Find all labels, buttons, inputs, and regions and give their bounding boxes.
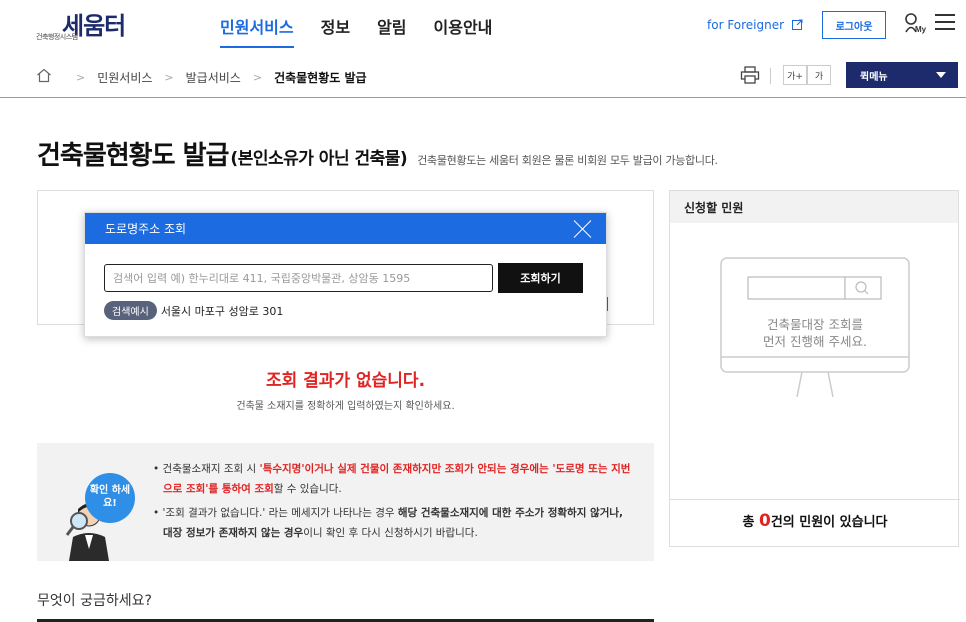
logout-button[interactable]: 로그아웃 <box>822 11 886 39</box>
application-count: 총 0건의 민원이 있습니다 <box>742 511 888 531</box>
divider <box>670 499 960 500</box>
no-result-subtitle: 건축물 소재지를 정확하게 입력하였는지 확인하세요. <box>236 401 455 412</box>
quick-menu-label: 퀵메뉴 <box>860 71 888 83</box>
application-count-number: 0 <box>758 511 771 531</box>
address-search-input[interactable] <box>104 264 493 292</box>
home-icon[interactable] <box>36 68 52 83</box>
breadcrumb: > 민원서비스 > 발급서비스 > 건축물현황도 발급 <box>64 69 367 86</box>
nav-guide[interactable]: 이용안내 <box>434 14 493 48</box>
font-size-controls: 가+ 가 <box>783 65 831 85</box>
road-address-popup: 도로명주소 조회 조회하기 검색예시 서울시 마포구 성암로 301 <box>84 212 607 337</box>
nav-info[interactable]: 정보 <box>321 14 350 48</box>
chevron-right-icon: > <box>76 71 86 84</box>
breadcrumb-bar: > 민원서비스 > 발급서비스 > 건축물현황도 발급 가+ 가 퀵메뉴 <box>0 56 966 98</box>
hamburger-menu-icon[interactable] <box>935 14 955 30</box>
font-decrease-button[interactable]: 가 <box>807 65 831 85</box>
popup-header: 도로명주소 조회 <box>85 213 606 244</box>
application-panel-hint: 건축물대장 조회를 먼저 진행해 주세요. <box>763 317 867 349</box>
no-result-title: 조회 결과가 없습니다. <box>265 371 426 391</box>
svg-text:My: My <box>915 25 927 34</box>
my-page-icon[interactable]: My <box>903 12 929 38</box>
example-badge: 검색예시 <box>104 301 157 320</box>
breadcrumb-current: 건축물현황도 발급 <box>274 71 367 85</box>
site-logo[interactable]: 세움터 건축행정시스템 <box>36 6 146 42</box>
logo-subtitle: 건축행정시스템 <box>36 33 78 41</box>
no-result-message: 조회 결과가 없습니다. 건축물 소재지를 정확하게 입력하였는지 확인하세요. <box>37 366 654 412</box>
chevron-right-icon: > <box>164 71 174 84</box>
nav-civil-service[interactable]: 민원서비스 <box>220 14 294 48</box>
page-title-main: 건축물현황도 발급 <box>37 141 229 171</box>
main-nav: 민원서비스 정보 알림 이용안내 <box>220 14 519 48</box>
chevron-right-icon: > <box>252 71 263 84</box>
for-foreigner-label: for Foreigner <box>707 18 785 32</box>
check-badge: 확인 하세요! <box>85 473 135 523</box>
quick-menu-dropdown[interactable]: 퀵메뉴 <box>846 62 958 88</box>
info-line-1: • 건축물소재지 조회 시 '특수지명'이거나 실제 건물이 존재하지만 조회가… <box>153 463 631 495</box>
divider <box>770 68 771 84</box>
application-panel: 신청할 민원 건축물대장 조회를 먼저 진행해 주세요. 총 0건의 민원이 있… <box>669 190 960 547</box>
caret-down-icon <box>936 72 946 78</box>
for-foreigner-link[interactable]: for Foreigner <box>707 18 803 32</box>
info-text: • 건축물소재지 조회 시 '특수지명'이거나 실제 건물이 존재하지만 조회가… <box>151 459 631 547</box>
user-icon: My <box>905 13 927 34</box>
external-link-icon <box>791 19 803 30</box>
close-icon[interactable] <box>574 219 592 237</box>
faq-title: 무엇이 궁금하세요? <box>37 593 152 609</box>
breadcrumb-item[interactable]: 발급서비스 <box>186 69 241 86</box>
popup-title: 도로명주소 조회 <box>105 222 187 236</box>
info-box: 확인 하세요! • 건축물소재지 조회 시 '특수지명'이거나 실제 건물이 존… <box>37 443 654 561</box>
nav-notice[interactable]: 알림 <box>377 14 406 48</box>
application-panel-title: 신청할 민원 <box>670 191 958 223</box>
page-description: 건축물현황도는 세움터 회원은 물론 비회원 모두 발급이 가능합니다. <box>417 154 718 167</box>
info-line-2: • '조회 결과가 없습니다.' 라는 메세지가 나타나는 경우 해당 건축물소… <box>153 507 624 539</box>
font-increase-button[interactable]: 가+ <box>783 65 807 85</box>
page-title-qualifier: (본인소유가 아닌 건축물) <box>230 149 408 169</box>
print-icon[interactable] <box>740 66 760 84</box>
page-title: 건축물현황도 발급 (본인소유가 아닌 건축물) 건축물현황도는 세움터 회원은… <box>37 135 718 172</box>
example-text: 서울시 마포구 성암로 301 <box>160 304 284 318</box>
search-button[interactable]: 조회하기 <box>498 263 583 293</box>
search-example: 검색예시 서울시 마포구 성암로 301 <box>104 301 283 320</box>
site-header: 세움터 건축행정시스템 민원서비스 정보 알림 이용안내 for Foreign… <box>0 0 966 52</box>
breadcrumb-item[interactable]: 민원서비스 <box>97 69 152 86</box>
